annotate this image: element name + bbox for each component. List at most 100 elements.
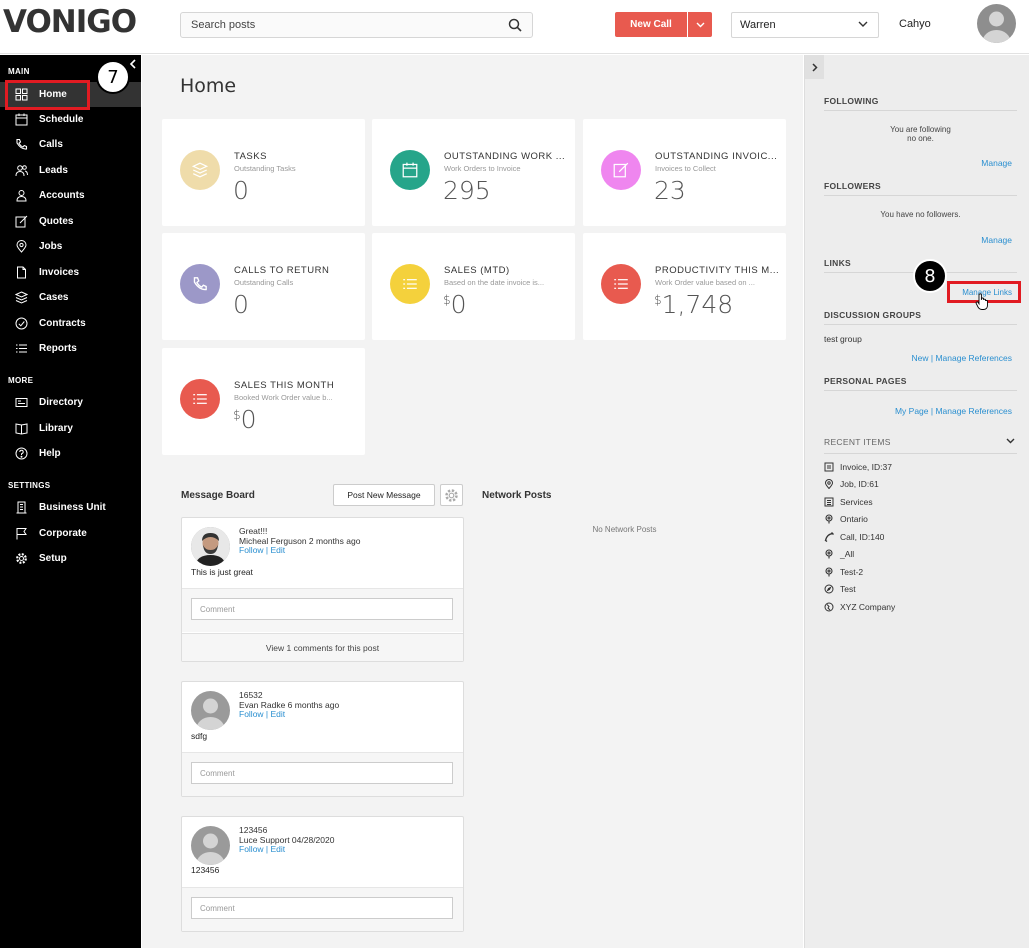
manage-following-link[interactable]: Manage — [981, 158, 1012, 168]
sidebar-item-quotes[interactable]: Quotes — [0, 209, 141, 234]
recent-item[interactable]: XYZ Company — [824, 602, 895, 612]
tile-number: 23 — [654, 176, 686, 205]
chevron-down-icon — [858, 21, 868, 27]
user-select[interactable]: Warren — [731, 12, 879, 38]
tile-outstanding-work[interactable]: OUTSTANDING WORK ... Work Orders to Invo… — [372, 119, 575, 226]
recent-item-label: Test — [840, 584, 856, 594]
recent-item[interactable]: Invoice, ID:37 — [824, 462, 892, 472]
right-panel-toggle[interactable] — [805, 55, 824, 79]
book-icon — [14, 422, 28, 436]
post-follow-edit-links[interactable]: Follow | Edit — [239, 709, 339, 720]
post-body: 123456 — [191, 865, 220, 875]
edit-icon — [601, 150, 641, 190]
sidebar-item-business-unit[interactable]: Business Unit — [0, 495, 141, 520]
tile-sales-this-month[interactable]: SALES THIS MONTH Booked Work Order value… — [162, 348, 365, 455]
avatar[interactable] — [191, 527, 230, 566]
search-input[interactable] — [181, 13, 491, 37]
edit-icon — [14, 215, 28, 229]
mypage-manage-references-link[interactable]: My Page | Manage References — [895, 406, 1012, 416]
tile-calls-to-return[interactable]: CALLS TO RETURN Outstanding Calls 0 — [162, 233, 365, 340]
card-icon — [14, 396, 28, 410]
sidebar-item-label: Calls — [39, 139, 63, 150]
recent-item-label: Invoice, ID:37 — [840, 462, 892, 472]
sidebar-item-directory[interactable]: Directory — [0, 390, 141, 415]
view-comments-link[interactable]: View 1 comments for this post — [182, 633, 463, 661]
post-body: This is just great — [191, 567, 253, 577]
comment-input[interactable] — [191, 897, 453, 919]
avatar[interactable] — [191, 826, 230, 865]
recent-item[interactable]: Test-2 — [824, 567, 863, 577]
layers-icon — [14, 291, 28, 305]
search-icon[interactable] — [508, 18, 522, 32]
post-body: sdfg — [191, 731, 208, 741]
sidebar-item-schedule[interactable]: Schedule — [0, 107, 141, 132]
vonigo-logo[interactable]: VONIGO — [3, 4, 137, 40]
sidebar-item-label: Cases — [39, 292, 69, 303]
recent-items-section-title[interactable]: RECENT ITEMS — [824, 437, 1017, 454]
recent-item[interactable]: Test — [824, 584, 856, 594]
tile-value: 295 — [443, 176, 491, 205]
user-avatar[interactable] — [977, 4, 1016, 43]
discussion-group-item[interactable]: test group — [824, 334, 862, 344]
tile-tasks[interactable]: TASKS Outstanding Tasks 0 — [162, 119, 365, 226]
post-follow-edit-links[interactable]: Follow | Edit — [239, 844, 334, 855]
post-header: 16532 Evan Radke 6 months ago Follow | E… — [239, 690, 339, 720]
document-icon — [14, 266, 28, 280]
people-icon — [14, 164, 28, 178]
avatar[interactable] — [191, 691, 230, 730]
sidebar-item-jobs[interactable]: Jobs — [0, 234, 141, 259]
sidebar-item-leads[interactable]: Leads — [0, 158, 141, 183]
new-call-button[interactable]: New Call — [615, 12, 687, 37]
sidebar-item-corporate[interactable]: Corporate — [0, 521, 141, 546]
message-board-settings-button[interactable] — [440, 484, 463, 506]
post-new-message-button[interactable]: Post New Message — [333, 484, 435, 506]
tile-productivity[interactable]: PRODUCTIVITY THIS M... Work Order value … — [583, 233, 786, 340]
sidebar-item-cases[interactable]: Cases — [0, 285, 141, 310]
main-content: Home TASKS Outstanding Tasks 0 OUTSTANDI… — [142, 55, 803, 948]
collapse-sidebar-icon[interactable] — [128, 58, 138, 70]
step-badge: 7 — [96, 60, 130, 94]
new-manage-references-link[interactable]: New | Manage References — [912, 353, 1012, 363]
message-board-title: Message Board — [181, 490, 255, 501]
manage-followers-link[interactable]: Manage — [981, 235, 1012, 245]
comment-input[interactable] — [191, 598, 453, 620]
help-icon — [14, 447, 28, 461]
sidebar: MAIN Home Schedule Calls Leads Accounts … — [0, 55, 141, 948]
sidebar-item-invoices[interactable]: Invoices — [0, 260, 141, 285]
search-box[interactable] — [180, 12, 533, 38]
followers-section-title: FOLLOWERS — [824, 181, 1017, 196]
sidebar-item-contracts[interactable]: Contracts — [0, 311, 141, 336]
page-title: Home — [180, 75, 237, 97]
sidebar-item-help[interactable]: Help — [0, 441, 141, 466]
sidebar-item-library[interactable]: Library — [0, 416, 141, 441]
new-call-dropdown-button[interactable] — [688, 12, 712, 37]
sidebar-item-setup[interactable]: Setup — [0, 546, 141, 571]
sidebar-item-calls[interactable]: Calls — [0, 132, 141, 157]
tile-sales-mtd[interactable]: SALES (MTD) Based on the date invoice is… — [372, 233, 575, 340]
tile-title: SALES THIS MONTH — [234, 380, 335, 391]
tile-prefix: $ — [233, 408, 241, 422]
sidebar-item-accounts[interactable]: Accounts — [0, 183, 141, 208]
list-icon — [390, 264, 430, 304]
top-header: VONIGO New Call Warren Cahyo — [0, 0, 1029, 54]
person-icon — [14, 189, 28, 203]
sidebar-item-reports[interactable]: Reports — [0, 336, 141, 361]
sidebar-item-label: Jobs — [39, 241, 63, 252]
person-silhouette-icon — [196, 833, 225, 865]
recent-item-label: Job, ID:61 — [840, 479, 879, 489]
tile-outstanding-invoices[interactable]: OUTSTANDING INVOIC... Invoices to Collec… — [583, 119, 786, 226]
tile-subtitle: Based on the date invoice is... — [444, 278, 545, 287]
sidebar-item-label: Library — [39, 423, 73, 434]
sidebar-section-more: MORE — [8, 376, 34, 385]
recent-item[interactable]: Services — [824, 497, 873, 507]
comment-input[interactable] — [191, 762, 453, 784]
followers-note: You have no followers. — [880, 210, 961, 219]
no-network-posts-text: No Network Posts — [592, 525, 657, 534]
post-follow-edit-links[interactable]: Follow | Edit — [239, 545, 360, 556]
recent-item[interactable]: Call, ID:140 — [824, 532, 884, 542]
tile-title: CALLS TO RETURN — [234, 265, 330, 276]
recent-item[interactable]: Ontario — [824, 514, 868, 524]
recent-item[interactable]: _All — [824, 549, 854, 559]
flag-icon — [14, 527, 28, 541]
recent-item[interactable]: Job, ID:61 — [824, 479, 879, 489]
